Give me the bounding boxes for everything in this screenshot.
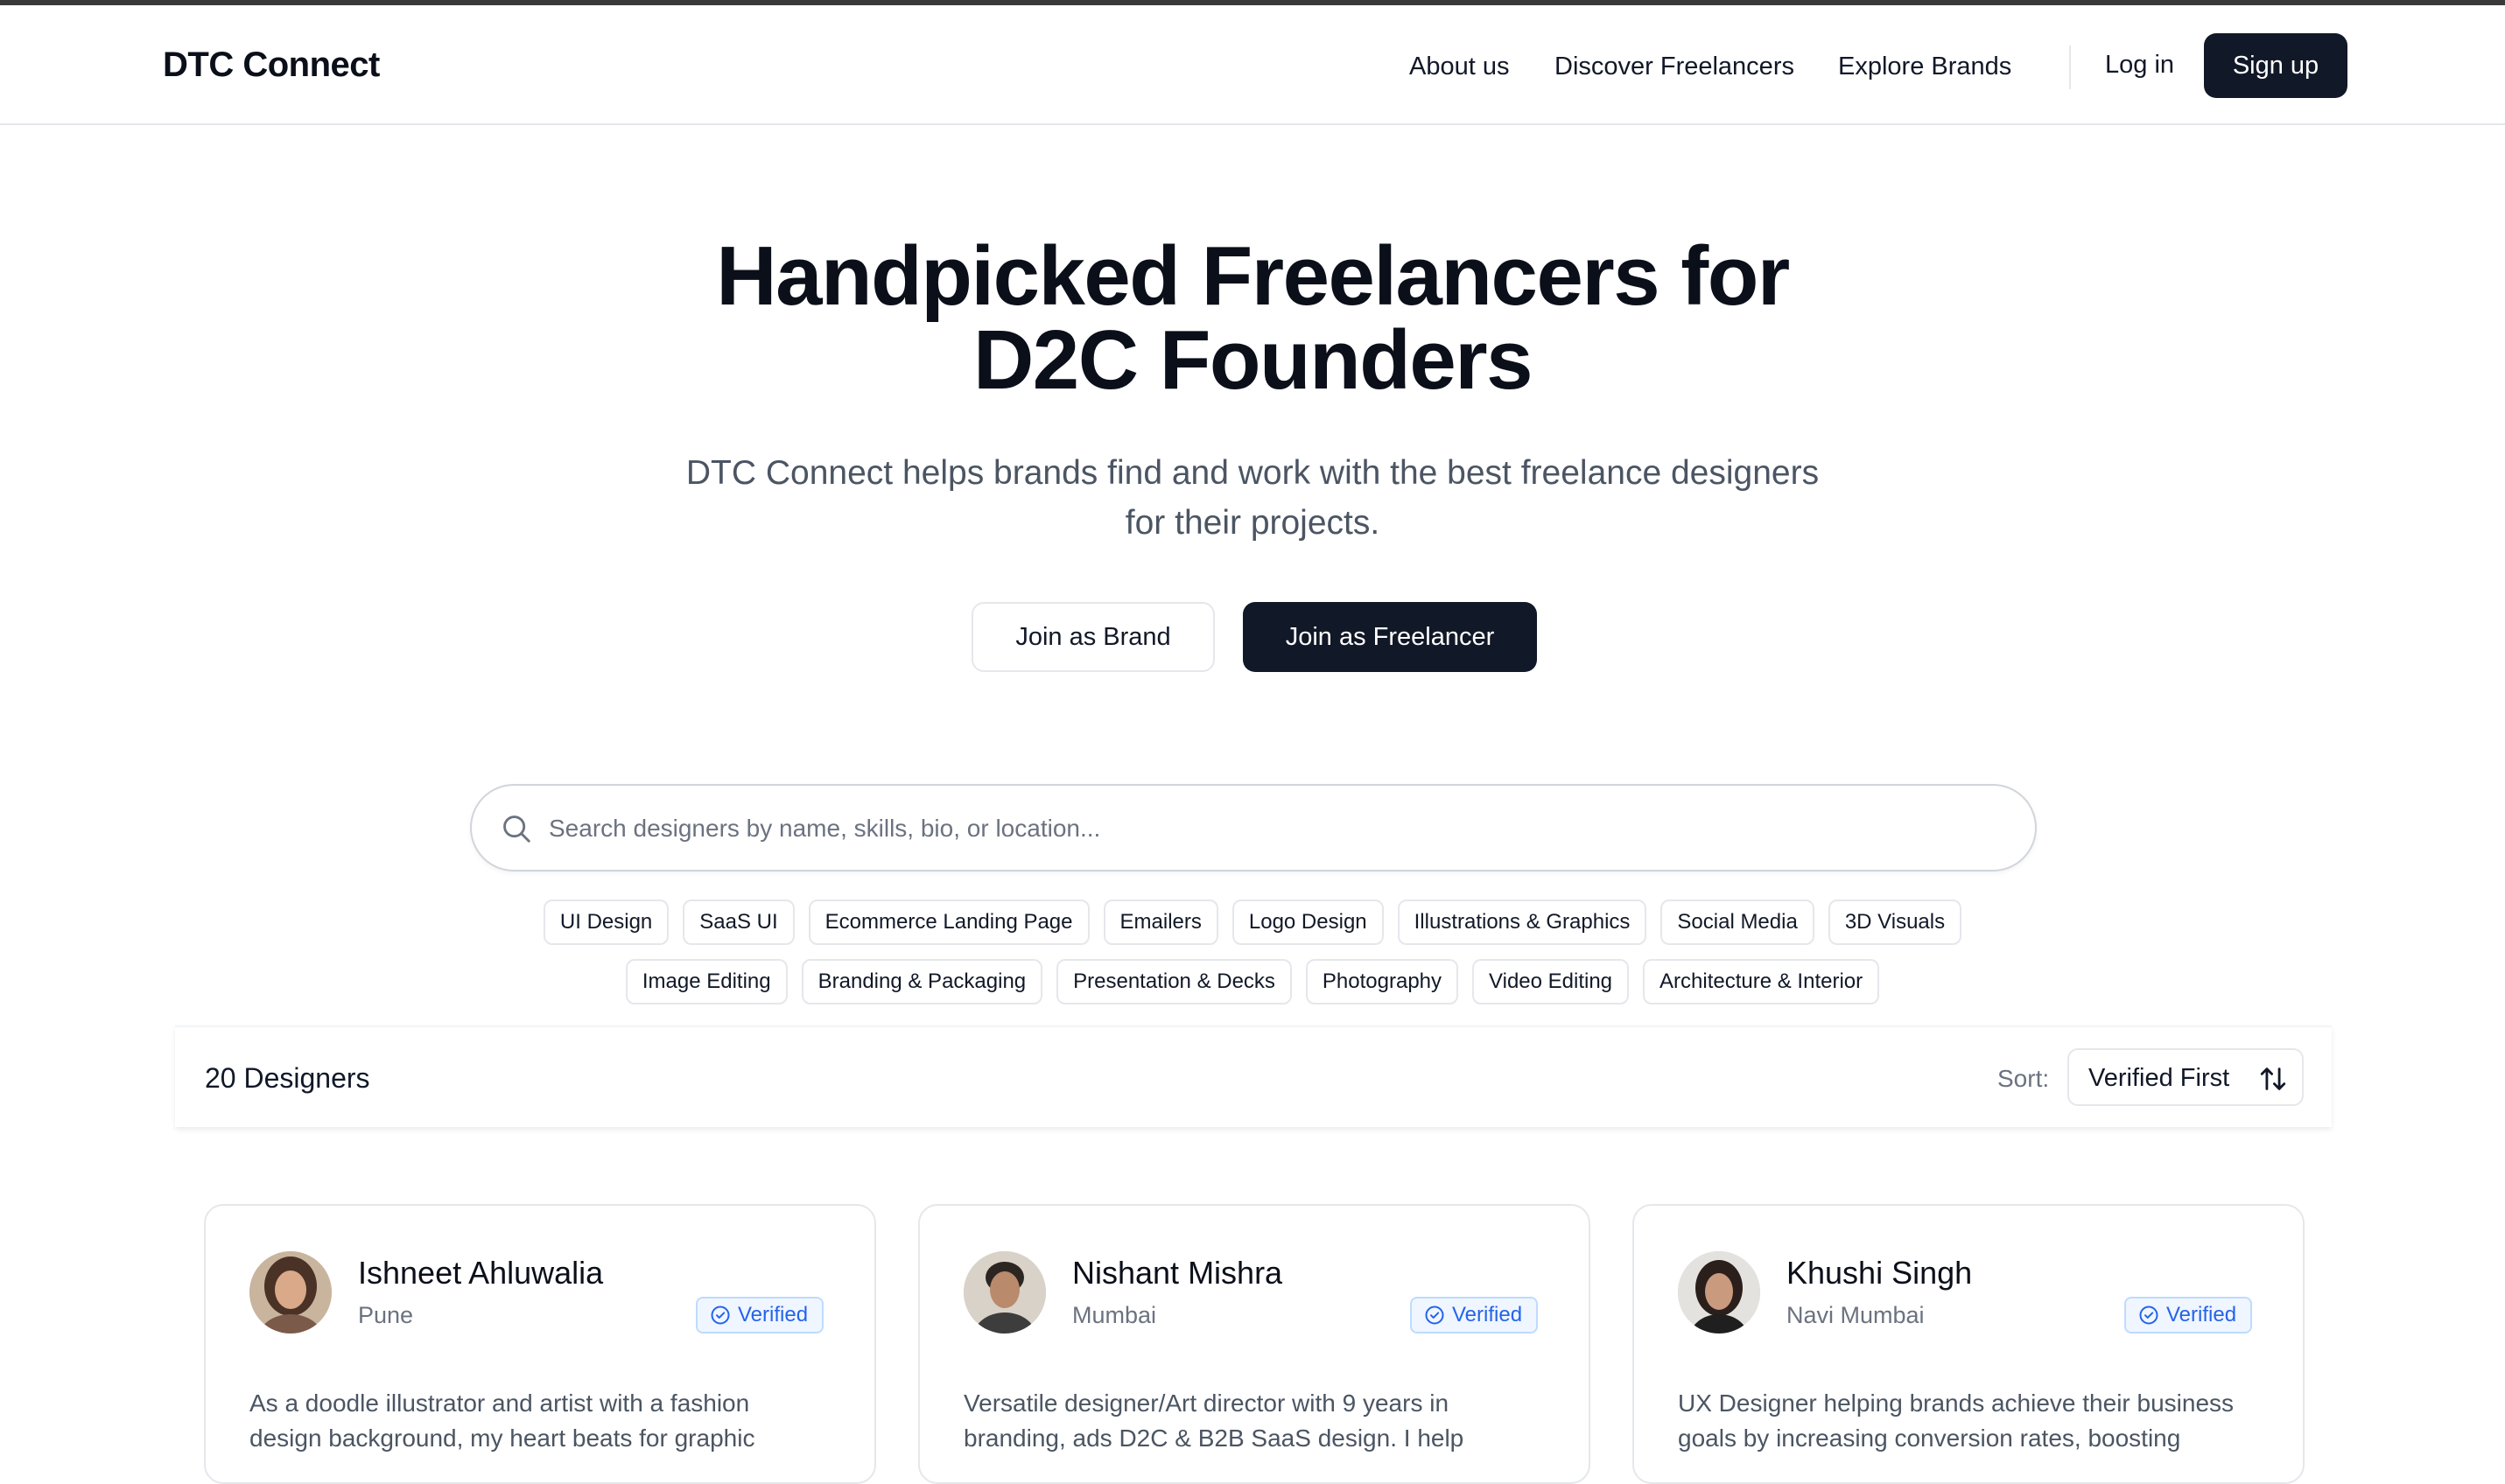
sort-value: Verified First bbox=[2088, 1064, 2230, 1092]
tag-social-media[interactable]: Social Media bbox=[1660, 900, 1814, 945]
search-input[interactable] bbox=[549, 808, 2002, 849]
site-header: DTC Connect About us Discover Freelancer… bbox=[0, 5, 2505, 125]
designer-bio: UX Designer helping brands achieve their… bbox=[1678, 1390, 2235, 1452]
verified-badge: Verified bbox=[1410, 1297, 1539, 1334]
tag-presentation-decks[interactable]: Presentation & Decks bbox=[1056, 959, 1292, 1004]
tag-photography[interactable]: Photography bbox=[1305, 959, 1459, 1004]
nav-divider bbox=[2069, 46, 2071, 89]
designer-name: Khushi Singh bbox=[1786, 1255, 1973, 1291]
tag-video-editing[interactable]: Video Editing bbox=[1472, 959, 1630, 1004]
join-as-freelancer-button[interactable]: Join as Freelancer bbox=[1243, 602, 1537, 672]
join-as-brand-button[interactable]: Join as Brand bbox=[972, 602, 1215, 672]
designer-location: Navi Mumbai bbox=[1786, 1302, 1925, 1328]
tag-logo-design[interactable]: Logo Design bbox=[1231, 900, 1384, 945]
avatar bbox=[249, 1251, 332, 1334]
nav-about-us[interactable]: About us bbox=[1409, 52, 1509, 81]
sort-dropdown[interactable]: Verified First bbox=[2067, 1048, 2304, 1106]
avatar bbox=[1678, 1251, 1760, 1334]
nav-discover-freelancers[interactable]: Discover Freelancers bbox=[1554, 52, 1794, 81]
hero-subtitle-line1: DTC Connect helps brands find and work w… bbox=[685, 454, 1820, 492]
verified-label: Verified bbox=[1452, 1303, 1523, 1326]
designer-name: Nishant Mishra bbox=[1072, 1255, 1283, 1291]
results-count: 20 Designers bbox=[205, 1062, 370, 1094]
hero-subtitle-line2: for their projects. bbox=[1125, 504, 1380, 542]
sort-label: Sort: bbox=[1997, 1065, 2050, 1092]
tag-saas-ui[interactable]: SaaS UI bbox=[683, 900, 795, 945]
sort-arrows-icon bbox=[2260, 1068, 2286, 1090]
avatar bbox=[964, 1251, 1046, 1334]
verified-badge: Verified bbox=[2124, 1297, 2253, 1334]
tag-ecommerce-landing-page[interactable]: Ecommerce Landing Page bbox=[808, 900, 1090, 945]
verified-label: Verified bbox=[738, 1303, 809, 1326]
designer-bio: As a doodle illustrator and artist with … bbox=[249, 1390, 755, 1452]
tag-architecture-interior[interactable]: Architecture & Interior bbox=[1643, 959, 1880, 1004]
designer-location: Pune bbox=[358, 1302, 414, 1328]
verified-check-icon bbox=[2139, 1306, 2158, 1325]
search-icon bbox=[503, 816, 530, 843]
login-link[interactable]: Log in bbox=[2105, 51, 2174, 80]
designer-location: Mumbai bbox=[1072, 1302, 1157, 1328]
tag-image-editing[interactable]: Image Editing bbox=[625, 959, 788, 1004]
brand-logo[interactable]: DTC Connect bbox=[163, 46, 380, 85]
hero-title: Handpicked Freelancers for D2C Founders bbox=[613, 234, 1892, 402]
results-bar: 20 Designers Sort: Verified First bbox=[175, 1026, 2332, 1127]
verified-label: Verified bbox=[2166, 1303, 2237, 1326]
hero-subtitle: DTC Connect helps brands find and work w… bbox=[648, 448, 1857, 548]
tag-emailers[interactable]: Emailers bbox=[1103, 900, 1218, 945]
designer-bio: Versatile designer/Art director with 9 y… bbox=[964, 1390, 1464, 1452]
signup-button[interactable]: Sign up bbox=[2204, 33, 2347, 98]
nav-explore-brands[interactable]: Explore Brands bbox=[1838, 52, 2011, 81]
designer-name: Ishneet Ahluwalia bbox=[358, 1255, 604, 1291]
tag-ui-design[interactable]: UI Design bbox=[543, 900, 670, 945]
verified-badge: Verified bbox=[696, 1297, 824, 1334]
tag-branding-packaging[interactable]: Branding & Packaging bbox=[801, 959, 1043, 1004]
tag-3d-visuals[interactable]: 3D Visuals bbox=[1828, 900, 1962, 945]
verified-check-icon bbox=[711, 1306, 730, 1325]
designer-card[interactable]: Ishneet Ahluwalia Pune Verified As a doo… bbox=[204, 1204, 876, 1484]
hero-title-line2: D2C Founders bbox=[972, 313, 1533, 407]
hero-title-line1: Handpicked Freelancers for bbox=[716, 229, 1790, 323]
skill-tags-row-1: UI Design SaaS UI Ecommerce Landing Page… bbox=[0, 900, 2505, 945]
search-bar[interactable] bbox=[470, 784, 2037, 872]
designer-card[interactable]: Khushi Singh Navi Mumbai Verified UX Des… bbox=[1632, 1204, 2305, 1484]
designer-card[interactable]: Nishant Mishra Mumbai Verified Versatile… bbox=[918, 1204, 1590, 1484]
tag-illustrations-graphics[interactable]: Illustrations & Graphics bbox=[1397, 900, 1647, 945]
skill-tags-row-2: Image Editing Branding & Packaging Prese… bbox=[0, 959, 2505, 1004]
verified-check-icon bbox=[1425, 1306, 1444, 1325]
